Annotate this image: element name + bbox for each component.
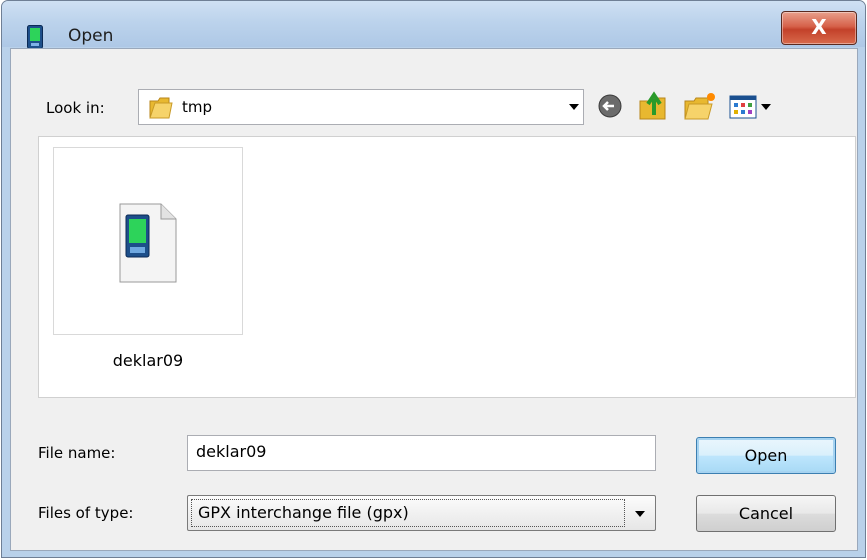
- up-folder-icon[interactable]: [637, 89, 671, 123]
- look-in-value: tmp: [182, 98, 213, 116]
- file-thumbnail[interactable]: [53, 147, 243, 335]
- chevron-down-icon[interactable]: [569, 104, 579, 110]
- new-folder-icon[interactable]: [682, 89, 718, 123]
- open-dialog: Open X Look in: tmp deklar09 File name: …: [1, 0, 866, 558]
- file-type-select[interactable]: GPX interchange file (gpx): [187, 495, 656, 531]
- folder-icon: [149, 97, 173, 119]
- dialog-body: Look in: tmp deklar09 File name: deklar0…: [10, 48, 858, 551]
- file-list[interactable]: deklar09: [38, 136, 856, 398]
- open-button[interactable]: Open: [696, 437, 836, 474]
- gpx-file-icon: [119, 203, 177, 283]
- list-item[interactable]: deklar09: [53, 147, 243, 377]
- file-type-label: Files of type:: [38, 504, 134, 522]
- close-button[interactable]: X: [781, 11, 857, 45]
- view-menu-icon[interactable]: [727, 89, 775, 123]
- cancel-button[interactable]: Cancel: [696, 495, 836, 532]
- look-in-label: Look in:: [46, 99, 105, 117]
- file-name-label: File name:: [38, 444, 116, 462]
- gps-device-icon: [27, 25, 43, 49]
- window-title: Open: [68, 26, 114, 46]
- file-name-input[interactable]: deklar09: [187, 435, 656, 471]
- close-icon: X: [811, 15, 827, 39]
- title-bar[interactable]: Open X: [2, 1, 865, 49]
- look-in-dropdown[interactable]: tmp: [138, 89, 584, 125]
- chevron-down-icon[interactable]: [635, 511, 645, 517]
- file-type-value: GPX interchange file (gpx): [198, 503, 409, 522]
- file-name-label: deklar09: [112, 351, 184, 370]
- back-icon[interactable]: [596, 89, 624, 123]
